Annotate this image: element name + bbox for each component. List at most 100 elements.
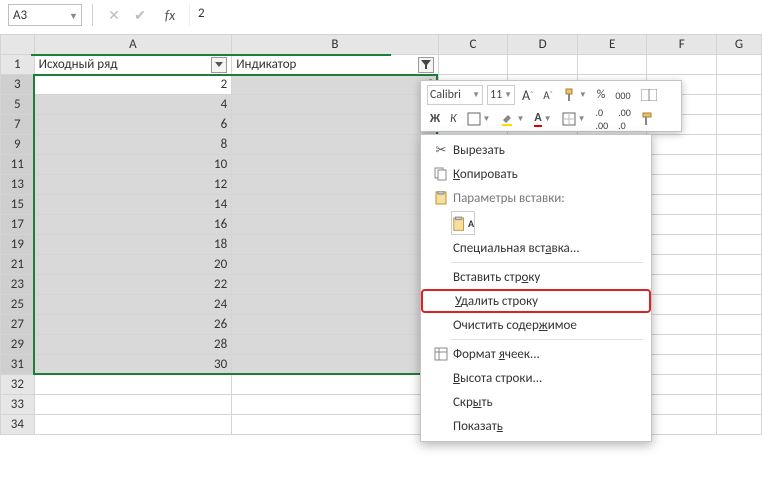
- borders-icon[interactable]: ▼: [464, 109, 494, 129]
- cell[interactable]: 8: [34, 135, 232, 155]
- cell[interactable]: [232, 395, 439, 415]
- cell[interactable]: [647, 375, 717, 395]
- cell[interactable]: [717, 275, 762, 295]
- font-size-select[interactable]: 11▼: [487, 85, 515, 105]
- cell[interactable]: 6: [34, 115, 232, 135]
- row-header[interactable]: 7: [1, 115, 35, 135]
- cell[interactable]: 2: [232, 275, 439, 295]
- cell[interactable]: 2: [232, 115, 439, 135]
- format-painter-brush-icon[interactable]: [638, 109, 658, 129]
- cell[interactable]: [647, 315, 717, 335]
- cell[interactable]: [647, 255, 717, 275]
- cell[interactable]: [717, 355, 762, 375]
- cell[interactable]: [717, 155, 762, 175]
- grow-font-button[interactable]: Aˆ: [519, 85, 536, 105]
- cell[interactable]: [717, 175, 762, 195]
- filter-dropdown-icon[interactable]: [211, 57, 227, 73]
- fx-icon[interactable]: fx: [159, 4, 181, 26]
- cell[interactable]: [232, 375, 439, 395]
- row-header[interactable]: 9: [1, 135, 35, 155]
- col-header-A[interactable]: A: [34, 35, 232, 55]
- cell[interactable]: [717, 335, 762, 355]
- cell[interactable]: [717, 255, 762, 275]
- menu-copy[interactable]: ККопироватьопировать: [421, 162, 651, 186]
- cell[interactable]: 2: [232, 255, 439, 275]
- cell[interactable]: [34, 375, 232, 395]
- cell[interactable]: 30: [34, 355, 232, 375]
- cell[interactable]: [717, 135, 762, 155]
- menu-hide[interactable]: Скрыть Скрыть: [421, 390, 651, 414]
- cell[interactable]: 28: [34, 335, 232, 355]
- cell[interactable]: [717, 75, 762, 95]
- cell[interactable]: 20: [34, 255, 232, 275]
- row-header[interactable]: 1: [1, 55, 35, 75]
- comma-style-button[interactable]: 000: [612, 85, 633, 105]
- cancel-formula-icon[interactable]: ✕: [103, 4, 125, 26]
- cell[interactable]: 26: [34, 315, 232, 335]
- menu-format-cells[interactable]: Формат ячеек... Формат ячеек...: [421, 342, 651, 366]
- menu-paste-option-a[interactable]: A: [421, 210, 651, 236]
- col-header-G[interactable]: G: [717, 35, 762, 55]
- col-header-E[interactable]: E: [577, 35, 647, 55]
- cell[interactable]: [717, 395, 762, 415]
- filter-active-icon[interactable]: [418, 57, 434, 73]
- cell[interactable]: [717, 55, 762, 75]
- cell[interactable]: [647, 235, 717, 255]
- row-header[interactable]: 13: [1, 175, 35, 195]
- format-painter-icon[interactable]: ▼: [560, 85, 590, 105]
- row-header[interactable]: 11: [1, 155, 35, 175]
- cell[interactable]: [34, 415, 232, 435]
- cell[interactable]: [647, 55, 717, 75]
- cell[interactable]: [647, 175, 717, 195]
- fill-color-icon[interactable]: ▼: [497, 109, 527, 129]
- cell[interactable]: 2: [232, 315, 439, 335]
- row-header[interactable]: 23: [1, 275, 35, 295]
- row-header[interactable]: 3: [1, 75, 35, 95]
- row-header[interactable]: 25: [1, 295, 35, 315]
- menu-clear[interactable]: Очистить содержимое Очистить содержимое: [421, 313, 651, 337]
- col-header-F[interactable]: F: [647, 35, 717, 55]
- cell[interactable]: 12: [34, 175, 232, 195]
- row-header[interactable]: 33: [1, 395, 35, 415]
- cell[interactable]: [34, 395, 232, 415]
- merge-cells-icon[interactable]: [638, 85, 660, 105]
- cell[interactable]: 24: [34, 295, 232, 315]
- cell[interactable]: [438, 55, 508, 75]
- cell[interactable]: [508, 55, 578, 75]
- bold-button[interactable]: Ж: [427, 109, 443, 129]
- cell[interactable]: 14: [34, 195, 232, 215]
- row-header[interactable]: 21: [1, 255, 35, 275]
- cell[interactable]: [717, 235, 762, 255]
- cell[interactable]: 2: [232, 295, 439, 315]
- row-header[interactable]: 19: [1, 235, 35, 255]
- italic-button[interactable]: К: [447, 109, 460, 129]
- chevron-down-icon[interactable]: ▼: [69, 11, 77, 19]
- cell[interactable]: [717, 95, 762, 115]
- cell[interactable]: [647, 155, 717, 175]
- cell[interactable]: [717, 195, 762, 215]
- font-family-select[interactable]: Calibri▼: [427, 85, 483, 105]
- cell[interactable]: 2: [232, 215, 439, 235]
- cell[interactable]: 2: [232, 235, 439, 255]
- menu-delete-row[interactable]: Удалить строку Удалить строку: [421, 289, 651, 313]
- row-header[interactable]: 32: [1, 375, 35, 395]
- cell[interactable]: [717, 115, 762, 135]
- cell[interactable]: 2: [232, 95, 439, 115]
- col-header-C[interactable]: C: [438, 35, 508, 55]
- row-header[interactable]: 17: [1, 215, 35, 235]
- cell[interactable]: [232, 415, 439, 435]
- cell[interactable]: 18: [34, 235, 232, 255]
- font-color-icon[interactable]: А▼: [531, 109, 554, 129]
- cell[interactable]: [647, 195, 717, 215]
- menu-insert-row[interactable]: Вставить строку Вставить строку: [421, 265, 651, 289]
- row-header[interactable]: 27: [1, 315, 35, 335]
- name-box[interactable]: A3 ▼: [8, 4, 82, 26]
- shrink-font-button[interactable]: Aˇ: [540, 85, 556, 105]
- cell[interactable]: 2: [232, 175, 439, 195]
- cell[interactable]: [577, 55, 647, 75]
- row-header[interactable]: 29: [1, 335, 35, 355]
- cell[interactable]: [647, 295, 717, 315]
- menu-paste-special[interactable]: Специальная вставка... Специальная встав…: [421, 236, 651, 260]
- cell[interactable]: [647, 335, 717, 355]
- cell[interactable]: 10: [34, 155, 232, 175]
